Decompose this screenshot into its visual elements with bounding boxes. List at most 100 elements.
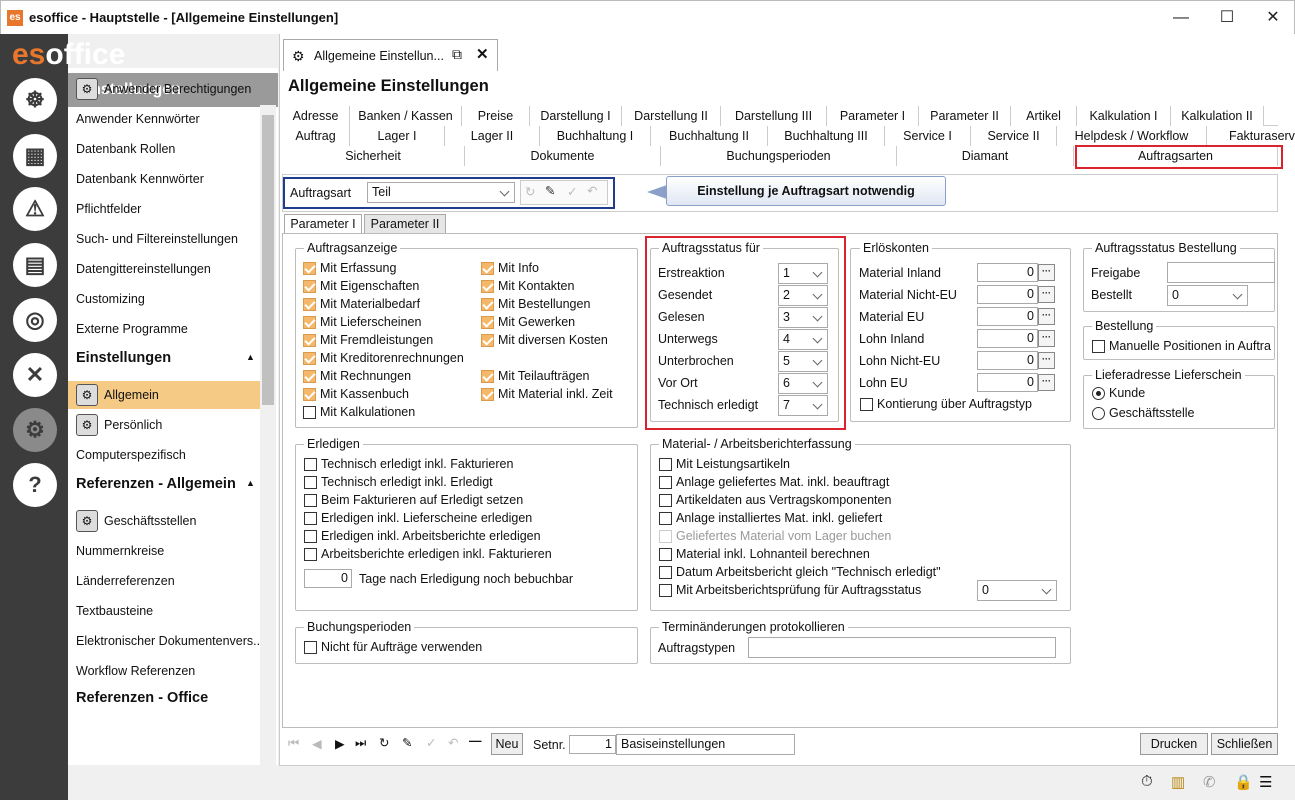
ellipsis-button[interactable]: ··· — [1038, 286, 1055, 303]
status-select[interactable]: 6 — [778, 373, 828, 394]
anzeige-checkbox[interactable] — [303, 316, 316, 329]
sidebar-item[interactable]: Such- und Filtereinstellungen — [76, 232, 238, 246]
anzeige-checkbox[interactable] — [303, 334, 316, 347]
anzeige-checkbox[interactable] — [303, 406, 316, 419]
sidebar-scrollbar[interactable] — [260, 105, 276, 765]
anzeige-checkbox[interactable] — [303, 280, 316, 293]
headset-icon[interactable]: ◎ — [13, 298, 57, 342]
tab-buchhaltung-iii[interactable]: Buchhaltung III — [768, 126, 885, 146]
material-checkbox[interactable] — [659, 584, 672, 597]
stopwatch-icon[interactable]: ⏱ — [1141, 773, 1153, 790]
ellipsis-button[interactable]: ··· — [1038, 352, 1055, 369]
tab-lager-ii[interactable]: Lager II — [445, 126, 540, 146]
freigabe-field[interactable] — [1167, 262, 1275, 283]
anzeige-checkbox[interactable] — [303, 352, 316, 365]
ellipsis-button[interactable]: ··· — [1038, 308, 1055, 325]
tab-darstellung-i[interactable]: Darstellung I — [530, 106, 622, 126]
anzeige-checkbox[interactable] — [481, 388, 494, 401]
lock-icon[interactable]: 🔒 — [1234, 773, 1253, 791]
close-tab-icon[interactable]: ✕ — [476, 45, 489, 63]
status-select[interactable]: 4 — [778, 329, 828, 350]
status-select[interactable]: 7 — [778, 395, 828, 416]
refresh-icon[interactable]: ↻ — [379, 735, 389, 750]
tab-parameter-ii[interactable]: Parameter II — [919, 106, 1011, 126]
status-select[interactable]: 1 — [778, 263, 828, 284]
tab-buchhaltung-ii[interactable]: Buchhaltung II — [651, 126, 768, 146]
sidebar-item[interactable]: Externe Programme — [76, 322, 188, 336]
sidebar-item[interactable]: Länderreferenzen — [76, 574, 175, 588]
tab-service-i[interactable]: Service I — [885, 126, 971, 146]
ellipsis-button[interactable]: ··· — [1038, 264, 1055, 281]
scrollbar-thumb[interactable] — [262, 115, 274, 405]
erloes-field[interactable]: 0 — [977, 263, 1038, 282]
tools-icon[interactable]: ✕ — [13, 353, 57, 397]
material-checkbox[interactable] — [659, 476, 672, 489]
sidebar-item[interactable]: Anwender Kennwörter — [76, 112, 200, 126]
erledigen-checkbox[interactable] — [304, 512, 317, 525]
erloes-field[interactable]: 0 — [977, 329, 1038, 348]
tab-kalkulation-i[interactable]: Kalkulation I — [1077, 106, 1171, 126]
helm-icon[interactable]: ☸ — [13, 78, 57, 122]
tab-diamant[interactable]: Diamant — [897, 146, 1074, 166]
maximize-button[interactable]: ☐ — [1204, 1, 1250, 35]
gears-icon[interactable]: ⚙ — [13, 408, 57, 452]
erloes-field[interactable]: 0 — [977, 285, 1038, 304]
erloes-field[interactable]: 0 — [977, 307, 1038, 326]
material-checkbox[interactable] — [659, 530, 672, 543]
kunde-radio[interactable] — [1092, 387, 1105, 400]
tab-adresse[interactable]: Adresse — [282, 106, 350, 126]
sidebar-item[interactable]: Anwender Berechtigungen — [104, 82, 251, 96]
anzeige-checkbox[interactable] — [481, 280, 494, 293]
last-record-icon[interactable]: ⏭ — [355, 736, 366, 751]
auftragstypen-field[interactable] — [748, 637, 1056, 658]
sidebar-item[interactable]: Persönlich — [104, 418, 162, 432]
bestellt-select[interactable]: 0 — [1167, 285, 1248, 306]
tab-helpdesk-workflow[interactable]: Helpdesk / Workflow — [1057, 126, 1207, 146]
delete-icon[interactable]: — — [469, 734, 482, 748]
erledigen-checkbox[interactable] — [304, 458, 317, 471]
tab-fakturaserver[interactable]: Fakturaserver — [1207, 126, 1295, 146]
tab-parameter-i[interactable]: Parameter I — [827, 106, 919, 126]
sidebar-section-2[interactable]: Referenzen - Allgemein ▲ — [76, 476, 255, 492]
cancel-icon[interactable]: ↶ — [448, 735, 458, 750]
material-checkbox[interactable] — [659, 494, 672, 507]
edit-icon[interactable]: ✎ — [402, 735, 412, 750]
first-record-icon[interactable]: ⏮ — [288, 736, 299, 751]
ellipsis-button[interactable]: ··· — [1038, 374, 1055, 391]
drucken-button[interactable]: Drucken — [1140, 733, 1208, 755]
status-select[interactable]: 2 — [778, 285, 828, 306]
sidebar-item[interactable]: Computerspezifisch — [76, 448, 186, 462]
sidebar-item[interactable]: Datenbank Rollen — [76, 142, 175, 156]
erledigen-checkbox[interactable] — [304, 530, 317, 543]
tab-auftrag[interactable]: Auftrag — [282, 126, 350, 146]
material-checkbox[interactable] — [659, 566, 672, 579]
material-checkbox[interactable] — [659, 512, 672, 525]
erloes-field[interactable]: 0 — [977, 351, 1038, 370]
tab-service-ii[interactable]: Service II — [971, 126, 1057, 146]
sidebar-item[interactable]: Elektronischer Dokumentenvers... — [76, 634, 264, 648]
check-icon[interactable]: ✓ — [567, 184, 577, 199]
manuelle-positionen-checkbox[interactable] — [1092, 340, 1105, 353]
geschaeftsstelle-radio[interactable] — [1092, 407, 1105, 420]
sidebar-section-3[interactable]: Referenzen - Office — [76, 690, 208, 706]
save-icon[interactable]: ✓ — [426, 735, 436, 750]
tab-buchhaltung-i[interactable]: Buchhaltung I — [540, 126, 651, 146]
anzeige-checkbox[interactable] — [481, 262, 494, 275]
undo-icon[interactable]: ↶ — [587, 183, 597, 198]
sidebar-section-1[interactable]: Einstellungen ▲ — [76, 350, 255, 366]
tab-lager-i[interactable]: Lager I — [350, 126, 445, 146]
document-tab[interactable]: ⚙ Allgemeine Einstellun... ⧉ ✕ — [283, 39, 498, 71]
tage-field[interactable]: 0 — [304, 569, 352, 588]
tab-sicherheit[interactable]: Sicherheit — [282, 146, 465, 166]
status-select[interactable]: 3 — [778, 307, 828, 328]
subtab-parameter-ii[interactable]: Parameter II — [364, 214, 446, 234]
tab-buchungsperioden[interactable]: Buchungsperioden — [661, 146, 897, 166]
refresh-icon[interactable]: ↻ — [525, 184, 535, 199]
anzeige-checkbox[interactable] — [303, 388, 316, 401]
anzeige-checkbox[interactable] — [303, 370, 316, 383]
tab-banken-kassen[interactable]: Banken / Kassen — [350, 106, 462, 126]
sidebar-item[interactable]: Datenbank Kennwörter — [76, 172, 204, 186]
tab-preise[interactable]: Preise — [462, 106, 530, 126]
sidebar-item[interactable]: Nummernkreise — [76, 544, 164, 558]
sidebar-item[interactable]: Textbausteine — [76, 604, 153, 618]
